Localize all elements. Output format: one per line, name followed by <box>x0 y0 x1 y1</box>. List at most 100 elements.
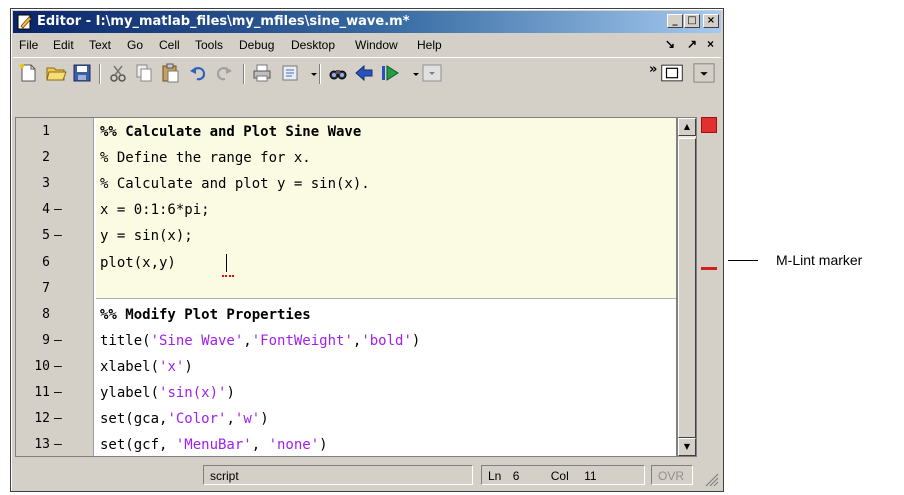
code-text: % Calculate and plot y = sin(x). <box>100 176 370 193</box>
code-text: % Define the range for x. <box>100 150 311 167</box>
go-back-icon[interactable] <box>353 62 375 84</box>
code-text: ylabel('sin(x)') <box>100 385 235 401</box>
breakpoint-dash[interactable]: – <box>54 411 62 426</box>
code-token: , <box>251 437 269 454</box>
code-line[interactable]: 7 <box>16 277 676 303</box>
close-doc-icon[interactable]: × <box>707 37 714 51</box>
code-line[interactable]: 12– set(gca,'Color','w') <box>16 407 676 433</box>
menu-go[interactable]: Go <box>127 38 143 52</box>
code-line[interactable]: 3 % Calculate and plot y = sin(x). <box>16 172 676 198</box>
breakpoint-dash[interactable]: – <box>54 202 62 217</box>
callout-line <box>728 260 758 261</box>
code-editor[interactable]: 1 %% Calculate and Plot Sine Wave 2 % Defin… <box>15 117 677 457</box>
code-text: %% Calculate and Plot Sine Wave <box>100 124 362 140</box>
dock-icon[interactable]: ↘ <box>665 37 675 51</box>
menu-edit[interactable]: Edit <box>53 38 74 52</box>
minimize-button[interactable]: _ <box>667 14 683 28</box>
toolbar-separator <box>99 64 101 84</box>
find-icon[interactable] <box>327 62 349 84</box>
code-line[interactable]: 10– xlabel('x') <box>16 355 676 381</box>
menu-debug[interactable]: Debug <box>239 38 274 52</box>
code-token: ) <box>226 385 235 401</box>
code-line[interactable]: 8 %% Modify Plot Properties <box>16 303 676 329</box>
close-button[interactable]: × <box>703 14 719 28</box>
maximize-button[interactable]: □ <box>684 14 700 28</box>
breakpoint-dash[interactable]: – <box>54 437 62 452</box>
undo-icon[interactable] <box>187 62 209 84</box>
status-mode: script <box>203 465 473 485</box>
toolbar-overflow-icon[interactable]: » <box>649 62 657 77</box>
status-bar: script Ln 6 Col 11 OVR <box>13 461 721 489</box>
line-number: 7 <box>42 280 50 296</box>
stack-dropdown-icon[interactable] <box>405 62 419 84</box>
menu-desktop[interactable]: Desktop <box>291 38 335 52</box>
code-text: title('Sine Wave','FontWeight','bold') <box>100 333 420 349</box>
code-token: , <box>226 411 235 428</box>
cut-icon[interactable] <box>107 62 129 84</box>
string-literal: 'MenuBar' <box>175 437 252 454</box>
print-icon[interactable] <box>251 62 273 84</box>
menu-tools[interactable]: Tools <box>195 38 223 52</box>
menu-text[interactable]: Text <box>89 38 111 52</box>
code-token: set(gcf, <box>100 437 176 454</box>
list-dropdown-icon[interactable] <box>303 62 317 84</box>
text-caret <box>226 254 227 272</box>
code-line[interactable]: 2 % Define the range for x. <box>16 146 676 172</box>
breakpoint-dash[interactable]: – <box>54 228 62 243</box>
resize-grip-icon[interactable] <box>703 471 719 487</box>
string-literal: 'Color' <box>167 411 227 428</box>
code-line[interactable]: 13– set(gcf, 'MenuBar', 'none') <box>16 433 676 456</box>
redo-icon[interactable] <box>213 62 235 84</box>
code-line[interactable]: 5– y = sin(x); <box>16 224 676 250</box>
breakpoint-dash[interactable]: – <box>54 333 62 348</box>
save-icon[interactable] <box>71 62 93 84</box>
code-token: ) <box>319 437 328 454</box>
menu-file[interactable]: File <box>19 38 38 52</box>
line-number: 9 <box>42 332 50 348</box>
line-number: 3 <box>42 176 50 192</box>
breakpoint-dash[interactable]: – <box>54 359 62 374</box>
string-literal: 'x' <box>159 358 185 375</box>
code-line[interactable]: 1 %% Calculate and Plot Sine Wave <box>16 120 676 146</box>
scroll-down-button[interactable]: ▼ <box>678 438 696 456</box>
code-line[interactable]: 6 plot(x,y) <box>16 251 676 277</box>
paste-icon[interactable] <box>159 62 181 84</box>
undock-icon[interactable]: ↗ <box>687 37 697 51</box>
code-line[interactable]: 11– ylabel('sin(x)') <box>16 381 676 407</box>
copy-icon[interactable] <box>133 62 155 84</box>
string-literal: 'w' <box>234 411 261 428</box>
vertical-scrollbar[interactable]: ▲ ▼ <box>677 117 697 457</box>
scroll-up-button[interactable]: ▲ <box>678 118 696 136</box>
code-line[interactable]: 4– x = 0:1:6*pi; <box>16 198 676 224</box>
line-number: 6 <box>42 254 50 270</box>
go-forward-icon[interactable] <box>379 62 401 84</box>
menu-help[interactable]: Help <box>417 38 442 52</box>
line-number: 5 <box>42 228 50 244</box>
open-folder-icon[interactable] <box>45 62 67 84</box>
code-token: ) <box>411 332 421 349</box>
stack-select[interactable] <box>421 62 442 84</box>
code-text: x = 0:1:6*pi; <box>100 202 210 219</box>
layout-toggle[interactable] <box>661 62 689 84</box>
menu-window[interactable]: Window <box>355 38 398 52</box>
title-bar[interactable]: Editor - I:\my_matlab_files\my_mfiles\si… <box>13 11 721 33</box>
layout-dropdown[interactable] <box>693 62 717 84</box>
window-title: Editor - I:\my_matlab_files\my_mfiles\si… <box>37 14 410 29</box>
string-literal: 'none' <box>268 437 320 454</box>
mlint-status-indicator[interactable] <box>701 117 717 133</box>
toolbar: » <box>13 57 721 89</box>
code-text: xlabel('x') <box>100 359 193 375</box>
new-file-icon[interactable] <box>17 62 39 84</box>
menu-cell[interactable]: Cell <box>159 38 180 52</box>
line-number: 4 <box>42 202 50 218</box>
toolbar-separator <box>319 64 321 84</box>
status-col-value: 11 <box>584 469 597 483</box>
mlint-marker[interactable] <box>701 267 717 270</box>
status-position: Ln 6 Col 11 <box>481 465 645 485</box>
breakpoint-dash[interactable]: – <box>54 385 62 400</box>
list-icon[interactable] <box>279 62 301 84</box>
code-text: %% Modify Plot Properties <box>100 306 311 323</box>
scroll-thumb[interactable] <box>678 138 696 438</box>
string-literal: 'Sine Wave' <box>150 332 244 349</box>
code-line[interactable]: 9– title('Sine Wave','FontWeight','bold') <box>16 329 676 355</box>
